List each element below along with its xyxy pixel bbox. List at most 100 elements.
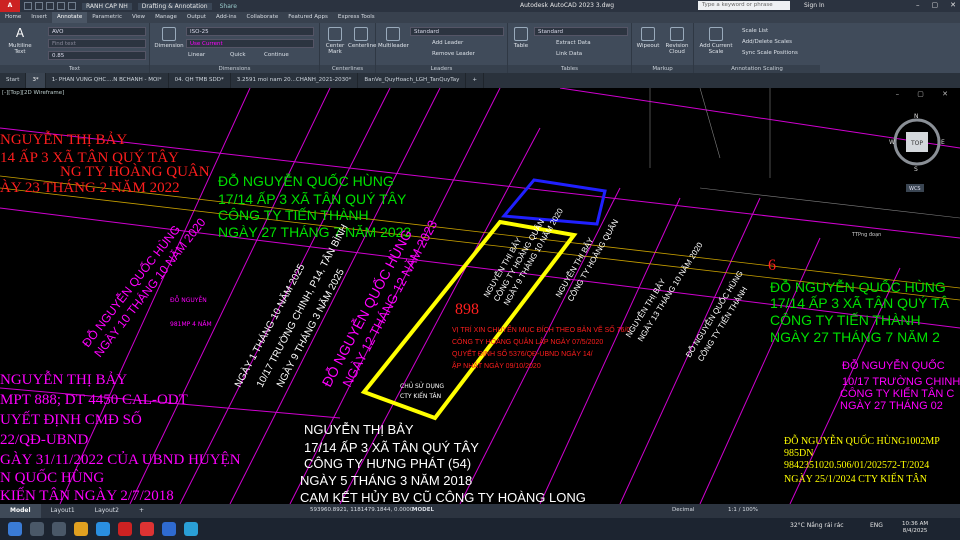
viewcube[interactable]: TOP N S E W WCS	[889, 113, 945, 192]
tab-output[interactable]: Output	[182, 12, 211, 23]
new-file-icon[interactable]	[24, 2, 32, 10]
rot-label-2: NGÀY 10 THÁNG 10 NĂM 2020	[91, 215, 209, 360]
tab-home[interactable]: Home	[0, 12, 26, 23]
model-space-button[interactable]: MODEL	[412, 507, 434, 513]
continue-button[interactable]: Continue	[264, 52, 289, 58]
minimize-icon[interactable]: –	[916, 1, 920, 9]
tab-express-tools[interactable]: Express Tools	[333, 12, 380, 23]
tab-manage[interactable]: Manage	[150, 12, 182, 23]
model-tab[interactable]: Model	[0, 504, 41, 518]
viewcube-n[interactable]: N	[914, 113, 919, 120]
centerline-label: Centerline	[348, 43, 377, 49]
share-button[interactable]: Share	[220, 3, 237, 10]
sign-in-button[interactable]: Sign In	[804, 2, 825, 9]
leader-style-dropdown[interactable]: Standard	[410, 27, 504, 36]
quick-button[interactable]: Quick	[230, 52, 246, 58]
open-file-icon[interactable]	[35, 2, 43, 10]
viewcube-s[interactable]: S	[914, 166, 918, 173]
linear-button[interactable]: Linear	[188, 52, 205, 58]
task-view-icon[interactable]	[52, 522, 66, 536]
viewcube-top-label[interactable]: TOP	[910, 140, 923, 147]
tab-add-ins[interactable]: Add-ins	[211, 12, 242, 23]
link-data-button[interactable]: Link Data	[556, 51, 582, 57]
annotation-scale-button[interactable]: 1:1 / 100%	[728, 507, 758, 513]
multileader-button[interactable]: Multileader	[378, 27, 409, 49]
tab-parametric[interactable]: Parametric	[87, 12, 127, 23]
dimensions-panel: Dimension ISO-25 Use Current Linear Quic…	[150, 23, 320, 73]
remove-leader-button[interactable]: Remove Leader	[432, 51, 475, 57]
doc-tab-banve[interactable]: BanVe_QuyHoach_LGH_TanQuyTay	[358, 73, 467, 88]
doc-tab-start[interactable]: Start	[0, 73, 27, 88]
save-icon[interactable]	[46, 2, 54, 10]
viewcube-e[interactable]: E	[941, 139, 945, 146]
tab-annotate[interactable]: Annotate	[52, 12, 88, 23]
parcel-note-1: VỊ TRÍ XIN CHUYỂN MỤC ĐÍCH THEO BẢN VẼ S…	[452, 324, 630, 334]
tab-collaborate[interactable]: Collaborate	[242, 12, 284, 23]
annotation-scaling-panel-title[interactable]: Annotation Scaling	[694, 65, 820, 73]
red-owner-label-topleft: NGUYỄN THỊ BẢY 14 ẤP 3 XÃ TÂN QUÝ TÂY NG…	[0, 130, 210, 196]
add-leader-button[interactable]: Add Leader	[432, 40, 463, 46]
text-style-dropdown[interactable]: AVO	[48, 27, 146, 36]
close-icon[interactable]: ✕	[950, 1, 956, 9]
viewport-controls[interactable]: – ▢ ✕	[896, 90, 956, 98]
file-explorer-icon[interactable]	[74, 522, 88, 536]
tab-insert[interactable]: Insert	[26, 12, 52, 23]
leaders-panel-title[interactable]: Leaders	[376, 65, 507, 73]
center-mark-icon	[328, 27, 342, 41]
search-input[interactable]: Type a keyword or phrase	[698, 1, 790, 10]
add-current-scale-button[interactable]: Add Current Scale	[696, 27, 736, 55]
units-dropdown[interactable]: Decimal	[672, 507, 694, 513]
weather-widget[interactable]: 32°C Nắng rải rác	[790, 522, 844, 529]
zalo-app-icon[interactable]	[184, 522, 198, 536]
workspace-dropdown[interactable]: Drafting & Annotation	[137, 2, 212, 10]
doc-tab-qh-tmb[interactable]: 04. QH TMB SDD*	[169, 73, 231, 88]
wipeout-button[interactable]: Wipeout	[634, 27, 662, 49]
doc-tab-3-2591[interactable]: 3.2591 moi nam 20...CHANH_2021-2030*	[231, 73, 359, 88]
new-tab-button[interactable]: +	[466, 73, 484, 88]
scale-list-button[interactable]: Scale List	[742, 28, 768, 34]
extract-data-button[interactable]: Extract Data	[556, 40, 591, 46]
layout1-tab[interactable]: Layout1	[41, 504, 85, 518]
layer-workspace-dropdown[interactable]: RANH CAP NH	[82, 2, 132, 10]
system-clock[interactable]: 10:36 AM 8/4/2025	[902, 521, 928, 535]
table-style-dropdown[interactable]: Standard	[534, 27, 628, 36]
doc-tab-phan-vung[interactable]: 1- PHAN VUNG QHC....N BCHANH - MOI*	[46, 73, 169, 88]
center-mark-button[interactable]: Center Mark	[322, 27, 348, 55]
coordinates-readout[interactable]: 593960.8921, 1181479.1844, 0.0000	[310, 507, 413, 513]
undo-icon[interactable]	[57, 2, 65, 10]
tab-featured-apps[interactable]: Featured Apps	[283, 12, 333, 23]
tab-view[interactable]: View	[127, 12, 150, 23]
table-button[interactable]: Table	[510, 27, 532, 49]
small-note-4: CTY KIẾN TÂN	[400, 392, 441, 400]
viewcube-w[interactable]: W	[889, 139, 895, 146]
doc-tab-3[interactable]: 3*	[26, 73, 46, 88]
wcs-label[interactable]: WCS	[909, 186, 921, 192]
dimensions-panel-title[interactable]: Dimensions	[150, 65, 319, 73]
sync-scale-positions-button[interactable]: Sync Scale Positions	[742, 50, 798, 56]
autocad-logo-icon[interactable]: A CAD	[0, 0, 20, 21]
edge-browser-icon[interactable]	[96, 522, 110, 536]
mag-left-line-1: NGUYỄN THỊ BẢY	[0, 370, 127, 388]
redo-icon[interactable]	[68, 2, 76, 10]
multiline-text-button[interactable]: A Multiline Text	[4, 27, 36, 55]
pdf-app-icon[interactable]	[140, 522, 154, 536]
input-language[interactable]: ENG	[870, 522, 883, 529]
search-icon[interactable]	[30, 522, 44, 536]
revision-cloud-button[interactable]: Revision Cloud	[662, 27, 692, 55]
find-text-input[interactable]: Find text	[48, 39, 146, 48]
add-layout-button[interactable]: +	[129, 504, 154, 518]
centerline-button[interactable]: Centerline	[348, 27, 377, 49]
windows-start-icon[interactable]	[8, 522, 22, 536]
text-height-input[interactable]: 0.85	[48, 51, 146, 60]
dim-layer-dropdown[interactable]: Use Current	[186, 39, 314, 48]
maximize-icon[interactable]: ▢	[932, 1, 939, 9]
layout2-tab[interactable]: Layout2	[85, 504, 129, 518]
text-panel-title[interactable]: Text	[0, 65, 149, 73]
viewport-label[interactable]: [-][Top][2D Wireframe]	[2, 90, 64, 96]
dimension-button[interactable]: Dimension	[152, 27, 186, 49]
word-app-icon[interactable]	[162, 522, 176, 536]
drawing-canvas[interactable]: [-][Top][2D Wireframe] – ▢ ✕ NGUYỄN THỊ …	[0, 88, 960, 504]
autocad-taskbar-icon[interactable]	[118, 522, 132, 536]
add-delete-scales-button[interactable]: Add/Delete Scales	[742, 39, 792, 45]
dim-style-dropdown[interactable]: ISO-25	[186, 27, 314, 36]
